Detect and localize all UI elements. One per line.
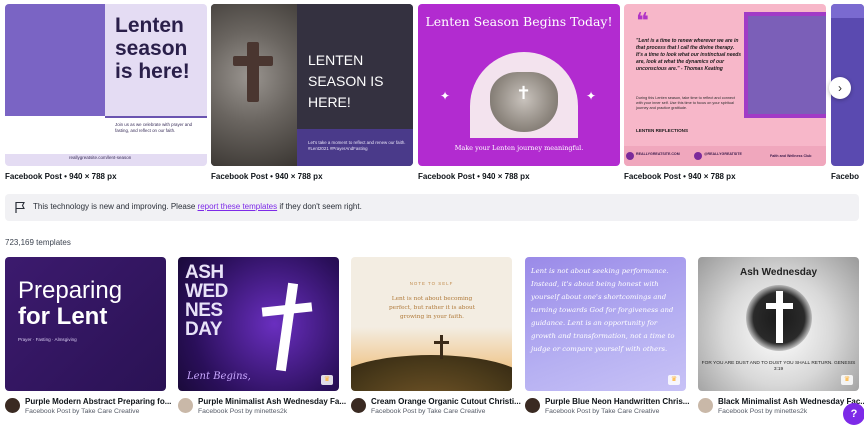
template-title: Black Minimalist Ash Wednesday Fac... [718,397,864,406]
art-text: Lent is not about seeking performance. I… [531,267,675,353]
card-footer-handle: @REALLYGREATSITE [704,152,742,156]
template-title: Purple Blue Neon Handwritten Chris... [545,397,690,406]
card-footer-band: REALLYGREATSITE.COM @REALLYGREATSITE Fai… [624,146,826,166]
template-count: 723,169 templates [5,238,71,247]
art-script-text: Lent Begins, [187,371,251,382]
notice-text: This technology is new and improving. Pl… [33,202,362,211]
carousel-card-4[interactable]: ❝ "Lent is a time to renew wherever we a… [624,4,826,166]
template-thumbnail-2[interactable]: ASH WED NES DAY Lent Begins, ♛ [178,257,339,391]
help-button[interactable]: ? [843,403,864,425]
avatar [5,398,20,413]
card-body: Let's take a moment to reflect and renew… [308,140,406,151]
template-subtitle: Facebook Post by minettes2k [198,408,288,415]
template-meta-1[interactable]: Purple Modern Abstract Preparing fo... F… [5,396,173,424]
template-title: Purple Modern Abstract Preparing fo... [25,397,172,406]
template-thumbnail-5[interactable]: Ash Wednesday FOR YOU ARE DUST AND TO DU… [698,257,859,391]
art-text: Preparing [18,277,123,304]
card-subtitle: Make your Lenten journey meaningful. [454,144,584,152]
cross-icon: ✝ [516,83,532,103]
premium-crown-icon: ♛ [668,375,680,385]
template-thumbnail-1[interactable]: Preparing for Lent Prayer · Fasting · Al… [5,257,166,391]
web-icon [626,152,634,160]
template-subtitle: Facebook Post by Take Care Creative [371,408,486,415]
card-photo [744,12,826,118]
template-meta-2[interactable]: Purple Minimalist Ash Wednesday Fa... Fa… [178,396,346,424]
carousel-caption-3: Facebook Post • 940 × 788 px [418,172,530,181]
template-title: Purple Minimalist Ash Wednesday Fa... [198,397,347,406]
chevron-right-icon[interactable]: › [829,77,851,99]
cross-icon [440,335,443,359]
art-subtext: Prayer · Fasting · Almsgiving [18,337,77,342]
card-title: LENTEN SEASON IS HERE! [308,52,384,110]
art-subtext: FOR YOU ARE DUST AND TO DUST YOU SHALL R… [701,361,856,372]
flag-icon [15,201,25,213]
hill-shape [351,355,512,391]
card-title: Lenten season is here! [115,14,190,83]
sparkle-icon: ✦ [440,89,451,103]
avatar [178,398,193,413]
art-label: NOTE TO SELF [409,281,454,286]
avatar [351,398,366,413]
sparkle-icon: ✦ [586,89,597,103]
carousel-caption-2: Facebook Post • 940 × 788 px [211,172,323,181]
avatar [698,398,713,413]
ash-cross-icon [247,42,259,102]
template-thumbnail-4[interactable]: Lent is not about seeking performance. I… [525,257,686,391]
template-subtitle: Facebook Post by minettes2k [718,408,808,415]
premium-crown-icon: ♛ [321,375,333,385]
avatar [525,398,540,413]
card-quote: "Lent is a time to renew wherever we are… [636,38,742,72]
template-meta-5[interactable]: Black Minimalist Ash Wednesday Fac... Fa… [698,396,864,424]
carousel-caption-4: Facebook Post • 940 × 788 px [624,172,736,181]
carousel-card-3[interactable]: Lenten Season Begins Today! ✝ ✦ ✦ Make y… [418,4,620,166]
template-subtitle: Facebook Post by Take Care Creative [545,408,660,415]
art-text: for Lent [18,303,108,330]
card-body: During this Lenten season, take time to … [636,96,735,110]
art-text: ASH WED NES DAY [185,262,228,340]
card-url: reallygreatsite.com/lent-season [69,155,132,160]
cross-icon [776,291,783,343]
card-footer-website: REALLYGREATSITE.COM [636,152,680,156]
template-thumbnail-3[interactable]: NOTE TO SELF Lent is not about becoming … [351,257,512,391]
carousel-card-1[interactable]: Lenten season is here! Join us as we cel… [5,4,207,166]
carousel-card-2[interactable]: LENTEN SEASON IS HERE! Let's take a mome… [211,4,413,166]
template-meta-4[interactable]: Purple Blue Neon Handwritten Chris... Fa… [525,396,693,424]
premium-crown-icon: ♛ [841,375,853,385]
art-title: Ash Wednesday [739,267,818,278]
cross-icon [275,282,299,372]
card-image-panel [5,4,105,116]
quote-mark-icon: ❝ [636,8,649,33]
report-templates-link[interactable]: report these templates [198,202,278,211]
template-meta-3[interactable]: Cream Orange Organic Cutout Christi... F… [351,396,521,424]
card-title: Lenten Season Begins Today! [425,14,613,29]
carousel-caption-1: Facebook Post • 940 × 788 px [5,172,117,181]
card-footer-club: Faith and Wellness Club [770,154,812,158]
card-body: Join us as we celebrate with prayer and … [115,122,193,133]
template-subtitle: Facebook Post by Take Care Creative [25,408,140,415]
twitter-icon [694,152,702,160]
template-carousel: Lenten season is here! Join us as we cel… [0,0,864,190]
ai-notice-banner: This technology is new and improving. Pl… [5,194,859,221]
card-label: LENTEN REFLECTIONS [636,128,689,133]
carousel-caption-5: Facebo [831,172,860,181]
art-text: Lent is not about becoming perfect, but … [388,296,476,320]
template-title: Cream Orange Organic Cutout Christi... [371,397,521,406]
